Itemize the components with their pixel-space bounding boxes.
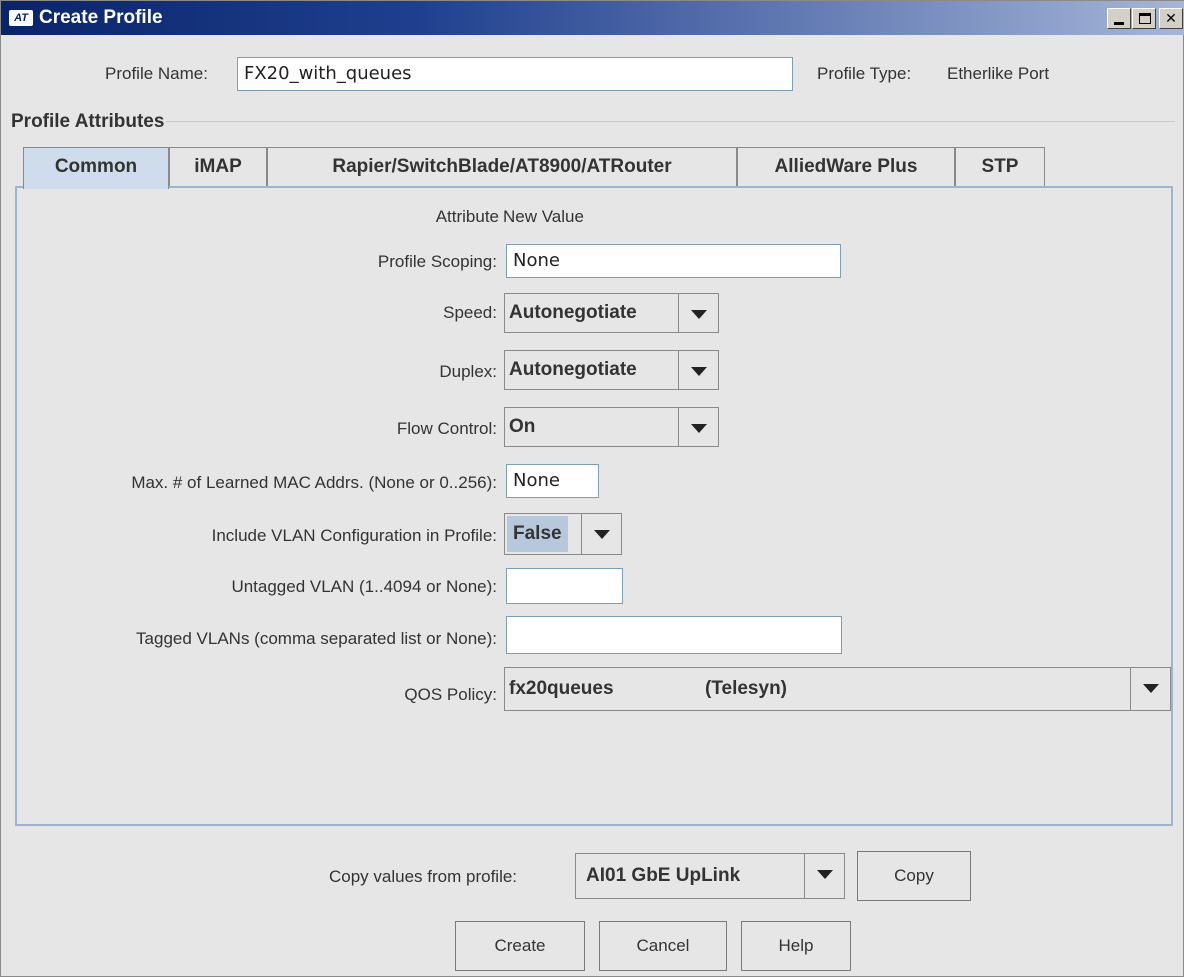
profile-scoping-label: Profile Scoping: — [377, 252, 497, 271]
untagged-vlan-field[interactable] — [506, 568, 623, 604]
copy-profile-select[interactable]: AI01 GbE UpLink — [575, 853, 845, 899]
copy-profile-value: AI01 GbE UpLink — [586, 865, 741, 886]
untagged-vlan-label: Untagged VLAN (1..4094 or None): — [231, 577, 497, 596]
profile-name-label: Profile Name: — [105, 64, 208, 83]
speed-label: Speed: — [443, 303, 497, 322]
tagged-vlans-field[interactable] — [506, 616, 842, 654]
create-button[interactable]: Create — [455, 921, 585, 971]
flow-control-value: On — [509, 416, 536, 437]
close-icon: ✕ — [1165, 10, 1177, 26]
speed-value: Autonegotiate — [509, 302, 637, 323]
tab-rapier-switchblade[interactable]: Rapier/SwitchBlade/AT8900/ATRouter — [267, 147, 737, 187]
flow-control-label: Flow Control: — [396, 419, 497, 438]
cancel-button[interactable]: Cancel — [599, 921, 727, 971]
max-learned-mac-label: Max. # of Learned MAC Addrs. (None or 0.… — [131, 473, 497, 492]
common-tab-panel — [15, 186, 1173, 826]
maximize-icon — [1139, 13, 1151, 24]
minimize-icon — [1114, 22, 1124, 25]
chevron-down-icon[interactable] — [1130, 668, 1170, 710]
chevron-down-icon[interactable] — [678, 351, 718, 389]
help-button[interactable]: Help — [741, 921, 851, 971]
tagged-vlans-label: Tagged VLANs (comma separated list or No… — [136, 629, 497, 648]
duplex-value: Autonegotiate — [509, 359, 637, 380]
attribute-column-header: Attribute — [435, 207, 499, 226]
duplex-label: Duplex: — [439, 362, 497, 381]
profile-type-label: Profile Type: — [817, 64, 912, 83]
qos-policy-select[interactable]: fx20queues (Telesyn) — [504, 667, 1171, 711]
new-value-column-header: New Value — [503, 207, 584, 226]
duplex-select[interactable]: Autonegotiate — [504, 350, 719, 390]
max-learned-mac-field[interactable]: None — [506, 464, 599, 498]
profile-attributes-heading: Profile Attributes — [9, 111, 167, 133]
profile-type-value: Etherlike Port — [947, 64, 1050, 83]
qos-policy-label: QOS Policy: — [404, 685, 497, 704]
include-vlan-value: False — [507, 516, 568, 552]
include-vlan-select[interactable]: False — [504, 513, 622, 555]
profile-name-input[interactable]: FX20_with_queues — [237, 57, 793, 91]
include-vlan-label: Include VLAN Configuration in Profile: — [211, 526, 497, 545]
minimize-button[interactable] — [1107, 8, 1131, 29]
chevron-down-icon[interactable] — [678, 294, 718, 332]
qos-policy-value: fx20queues — [509, 678, 614, 699]
window-title: Create Profile — [39, 7, 163, 28]
profile-scoping-field[interactable]: None — [506, 244, 841, 278]
tab-alliedware-plus[interactable]: AlliedWare Plus — [737, 147, 955, 187]
chevron-down-icon[interactable] — [581, 514, 621, 554]
close-button[interactable]: ✕ — [1159, 8, 1183, 29]
chevron-down-icon[interactable] — [678, 408, 718, 446]
title-bar[interactable]: AT Create Profile ✕ — [1, 1, 1184, 35]
app-logo-icon: AT — [9, 10, 33, 26]
tab-stp[interactable]: STP — [955, 147, 1045, 187]
copy-values-label: Copy values from profile: — [329, 867, 518, 886]
section-divider — [11, 121, 1175, 122]
flow-control-select[interactable]: On — [504, 407, 719, 447]
speed-select[interactable]: Autonegotiate — [504, 293, 719, 333]
tab-common[interactable]: Common — [23, 147, 169, 189]
tab-imap[interactable]: iMAP — [169, 147, 267, 187]
maximize-button[interactable] — [1132, 8, 1156, 29]
create-profile-window: AT Create Profile ✕ Profile Name: FX20_w… — [0, 0, 1184, 977]
copy-button[interactable]: Copy — [857, 851, 971, 901]
qos-policy-source: (Telesyn) — [705, 678, 788, 699]
chevron-down-icon[interactable] — [804, 854, 844, 898]
